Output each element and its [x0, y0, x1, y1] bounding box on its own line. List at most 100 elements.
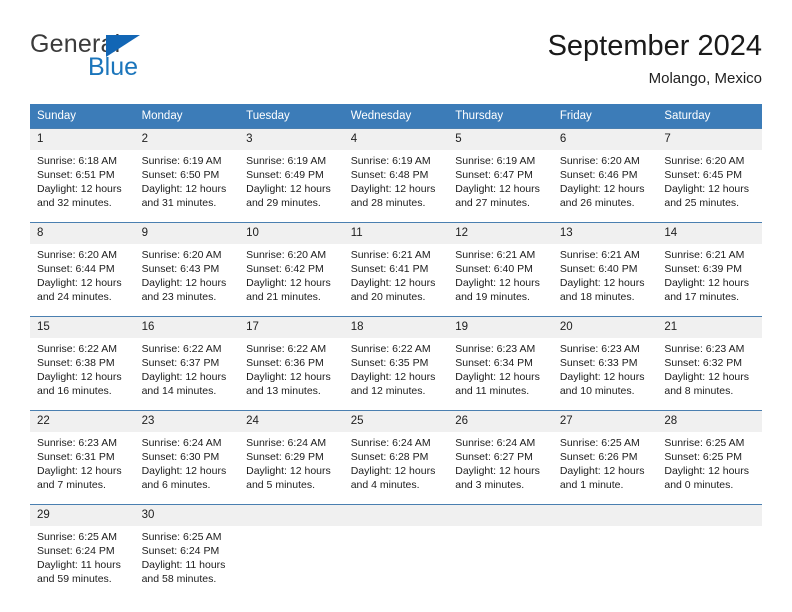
- daylight-text-line1: Daylight: 12 hours: [664, 277, 750, 289]
- daylight-text-line1: Daylight: 12 hours: [455, 465, 540, 477]
- calendar-day-cell[interactable]: 5 Sunrise: 6:19 AM Sunset: 6:47 PM Daylight…: [448, 128, 553, 223]
- day-number: 15: [30, 317, 135, 338]
- daylight-text-line2: and 21 minutes.: [246, 291, 321, 303]
- day-details: Sunrise: 6:25 AM Sunset: 6:25 PM Daylight:…: [657, 432, 762, 504]
- day-number: 17: [239, 317, 344, 338]
- daylight-text-line2: and 31 minutes.: [141, 197, 217, 209]
- sunset-text: Sunset: 6:45 PM: [664, 169, 743, 181]
- sunset-text: Sunset: 6:48 PM: [350, 169, 429, 181]
- sunrise-text: Sunrise: 6:23 AM: [664, 343, 745, 355]
- day-number: 10: [239, 223, 344, 244]
- sunset-text: Sunset: 6:37 PM: [141, 357, 220, 369]
- calendar-day-cell[interactable]: 18 Sunrise: 6:22 AM Sunset: 6:35 PM Dayligh…: [343, 316, 449, 411]
- weekday-header-wednesday: Wednesday: [343, 104, 449, 129]
- calendar-day-cell[interactable]: 26 Sunrise: 6:24 AM Sunset: 6:27 PM Dayligh…: [448, 410, 553, 505]
- sunrise-text: Sunrise: 6:23 AM: [455, 343, 536, 355]
- day-number: [657, 505, 762, 526]
- day-number: 18: [343, 317, 449, 338]
- weekday-header-saturday: Saturday: [657, 104, 762, 129]
- calendar-day-cell[interactable]: 25 Sunrise: 6:24 AM Sunset: 6:28 PM Dayligh…: [343, 410, 449, 505]
- day-details: Sunrise: 6:25 AM Sunset: 6:24 PM Daylight:…: [30, 526, 135, 598]
- calendar-day-cell[interactable]: 1 Sunrise: 6:18 AM Sunset: 6:51 PM Daylight…: [30, 128, 135, 223]
- sunrise-text: Sunrise: 6:22 AM: [141, 343, 222, 355]
- daylight-text-line2: and 8 minutes.: [664, 385, 734, 397]
- day-details: [552, 526, 658, 598]
- page-header: General Blue September 2024 Molango, Mex…: [30, 28, 762, 90]
- brand-logo[interactable]: General Blue: [30, 30, 270, 86]
- calendar-day-cell[interactable]: 11 Sunrise: 6:21 AM Sunset: 6:41 PM Dayligh…: [343, 222, 449, 317]
- daylight-text-line1: Daylight: 12 hours: [141, 371, 227, 383]
- day-number: 21: [657, 317, 762, 338]
- sunrise-text: Sunrise: 6:24 AM: [246, 437, 327, 449]
- sunset-text: Sunset: 6:24 PM: [141, 545, 220, 557]
- calendar-day-cell[interactable]: 3 Sunrise: 6:19 AM Sunset: 6:49 PM Daylight…: [239, 128, 344, 223]
- calendar-day-cell[interactable]: 16 Sunrise: 6:22 AM Sunset: 6:37 PM Dayligh…: [134, 316, 240, 411]
- daylight-text-line1: Daylight: 12 hours: [559, 277, 645, 289]
- calendar-page: General Blue September 2024 Molango, Mex…: [0, 0, 792, 612]
- day-number: 11: [343, 223, 449, 244]
- day-details: Sunrise: 6:19 AM Sunset: 6:48 PM Daylight:…: [343, 150, 449, 222]
- calendar-day-cell[interactable]: 13 Sunrise: 6:21 AM Sunset: 6:40 PM Dayligh…: [552, 222, 658, 317]
- day-details: Sunrise: 6:22 AM Sunset: 6:37 PM Daylight:…: [134, 338, 240, 410]
- calendar-day-cell[interactable]: 6 Sunrise: 6:20 AM Sunset: 6:46 PM Daylight…: [552, 128, 658, 223]
- brand-name-blue: Blue: [88, 53, 139, 81]
- daylight-text-line2: and 13 minutes.: [246, 385, 321, 397]
- daylight-text-line2: and 27 minutes.: [455, 197, 530, 209]
- calendar-day-cell[interactable]: 27 Sunrise: 6:25 AM Sunset: 6:26 PM Dayligh…: [552, 410, 658, 505]
- day-details: Sunrise: 6:21 AM Sunset: 6:40 PM Daylight:…: [552, 244, 658, 316]
- calendar-day-cell[interactable]: 12 Sunrise: 6:21 AM Sunset: 6:40 PM Dayligh…: [448, 222, 553, 317]
- day-details: [448, 526, 553, 598]
- daylight-text-line2: and 28 minutes.: [350, 197, 426, 209]
- day-details: Sunrise: 6:24 AM Sunset: 6:29 PM Daylight:…: [239, 432, 344, 504]
- calendar-day-cell[interactable]: 10 Sunrise: 6:20 AM Sunset: 6:42 PM Dayligh…: [239, 222, 344, 317]
- calendar-day-cell[interactable]: 2 Sunrise: 6:19 AM Sunset: 6:50 PM Daylight…: [134, 128, 240, 223]
- sunrise-text: Sunrise: 6:20 AM: [664, 155, 745, 167]
- day-number: 6: [552, 129, 658, 150]
- calendar-day-cell[interactable]: 21 Sunrise: 6:23 AM Sunset: 6:32 PM Dayligh…: [657, 316, 762, 411]
- sunset-text: Sunset: 6:44 PM: [37, 263, 115, 275]
- calendar-day-cell[interactable]: 14 Sunrise: 6:21 AM Sunset: 6:39 PM Dayligh…: [657, 222, 762, 317]
- daylight-text-line1: Daylight: 12 hours: [246, 465, 331, 477]
- sunrise-text: Sunrise: 6:24 AM: [141, 437, 222, 449]
- sunset-text: Sunset: 6:29 PM: [246, 451, 324, 463]
- calendar-day-cell[interactable]: 22 Sunrise: 6:23 AM Sunset: 6:31 PM Dayligh…: [30, 410, 135, 505]
- calendar-day-cell[interactable]: 8 Sunrise: 6:20 AM Sunset: 6:44 PM Daylight…: [30, 222, 135, 317]
- sunset-text: Sunset: 6:40 PM: [455, 263, 533, 275]
- calendar-day-cell[interactable]: 28 Sunrise: 6:25 AM Sunset: 6:25 PM Dayligh…: [657, 410, 762, 505]
- daylight-text-line1: Daylight: 12 hours: [37, 465, 122, 477]
- day-details: Sunrise: 6:23 AM Sunset: 6:31 PM Daylight:…: [30, 432, 135, 504]
- weekday-header-tuesday: Tuesday: [239, 104, 344, 129]
- calendar-day-cell[interactable]: 15 Sunrise: 6:22 AM Sunset: 6:38 PM Dayligh…: [30, 316, 135, 411]
- calendar-day-cell[interactable]: 24 Sunrise: 6:24 AM Sunset: 6:29 PM Dayligh…: [239, 410, 344, 505]
- daylight-text-line1: Daylight: 12 hours: [664, 183, 750, 195]
- day-details: Sunrise: 6:20 AM Sunset: 6:42 PM Daylight:…: [239, 244, 344, 316]
- sunrise-text: Sunrise: 6:20 AM: [37, 249, 117, 261]
- sunset-text: Sunset: 6:36 PM: [246, 357, 324, 369]
- calendar-day-cell[interactable]: 19 Sunrise: 6:23 AM Sunset: 6:34 PM Dayligh…: [448, 316, 553, 411]
- sunrise-text: Sunrise: 6:21 AM: [455, 249, 536, 261]
- calendar-day-cell[interactable]: 9 Sunrise: 6:20 AM Sunset: 6:43 PM Daylight…: [134, 222, 240, 317]
- daylight-text-line1: Daylight: 12 hours: [37, 277, 122, 289]
- day-details: Sunrise: 6:20 AM Sunset: 6:45 PM Daylight:…: [657, 150, 762, 222]
- day-number: 16: [134, 317, 240, 338]
- calendar-day-cell[interactable]: 20 Sunrise: 6:23 AM Sunset: 6:33 PM Dayligh…: [552, 316, 658, 411]
- calendar-day-cell[interactable]: 17 Sunrise: 6:22 AM Sunset: 6:36 PM Dayligh…: [239, 316, 344, 411]
- calendar-day-cell[interactable]: 30 Sunrise: 6:25 AM Sunset: 6:24 PM Dayligh…: [134, 504, 240, 598]
- page-subtitle: Molango, Mexico: [648, 70, 762, 87]
- daylight-text-line2: and 17 minutes.: [664, 291, 740, 303]
- day-details: Sunrise: 6:23 AM Sunset: 6:32 PM Daylight:…: [657, 338, 762, 410]
- calendar-day-cell[interactable]: 7 Sunrise: 6:20 AM Sunset: 6:45 PM Daylight…: [657, 128, 762, 223]
- day-details: Sunrise: 6:25 AM Sunset: 6:26 PM Daylight:…: [552, 432, 658, 504]
- calendar-day-cell[interactable]: 29 Sunrise: 6:25 AM Sunset: 6:24 PM Dayligh…: [30, 504, 135, 598]
- calendar-day-cell[interactable]: 4 Sunrise: 6:19 AM Sunset: 6:48 PM Daylight…: [343, 128, 449, 223]
- sunset-text: Sunset: 6:35 PM: [350, 357, 429, 369]
- daylight-text-line2: and 10 minutes.: [559, 385, 635, 397]
- page-title: September 2024: [547, 30, 762, 62]
- daylight-text-line2: and 3 minutes.: [455, 479, 525, 491]
- daylight-text-line2: and 5 minutes.: [246, 479, 316, 491]
- calendar-day-cell[interactable]: 23 Sunrise: 6:24 AM Sunset: 6:30 PM Dayligh…: [134, 410, 240, 505]
- calendar-cell-empty: [239, 504, 344, 598]
- day-details: Sunrise: 6:22 AM Sunset: 6:36 PM Daylight:…: [239, 338, 344, 410]
- sunrise-text: Sunrise: 6:25 AM: [141, 531, 222, 543]
- daylight-text-line2: and 0 minutes.: [664, 479, 734, 491]
